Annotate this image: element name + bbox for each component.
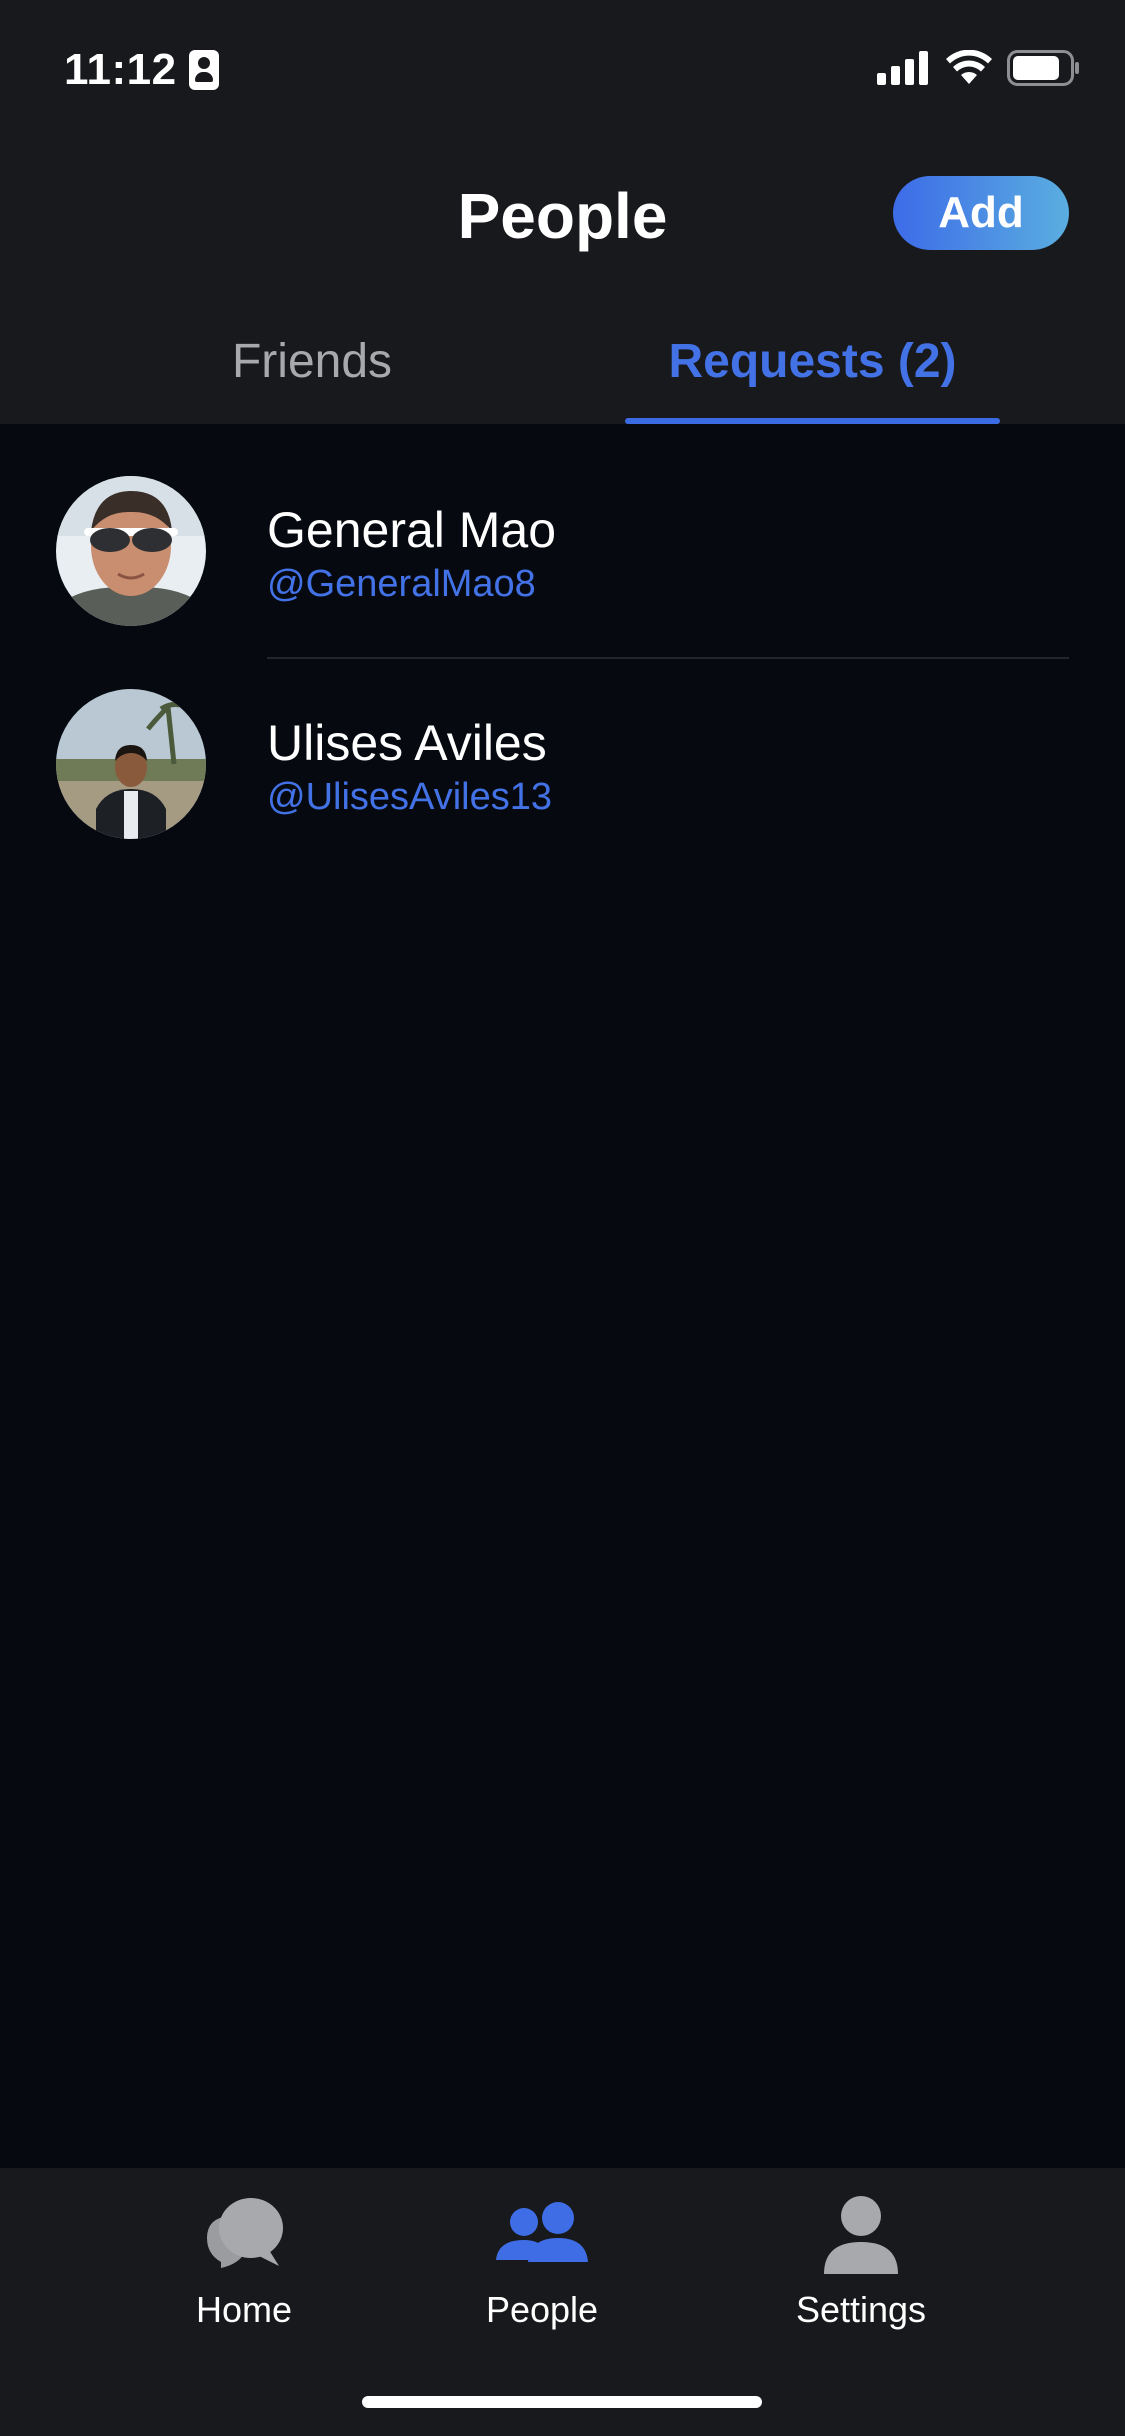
avatar[interactable] — [56, 476, 206, 626]
tabbar-item-people[interactable]: People — [442, 2192, 642, 2352]
chat-bubbles-icon — [207, 2198, 283, 2268]
tab-friends[interactable]: Friends — [62, 322, 562, 402]
request-name: General Mao — [267, 502, 557, 558]
home-indicator[interactable] — [362, 2396, 762, 2408]
request-item-ulises-aviles[interactable]: Ulises Aviles @UlisesAviles13 — [0, 665, 1125, 865]
tabbar-label-home: Home — [195, 2289, 293, 2330]
request-item-general-mao[interactable]: General Mao @GeneralMao8 — [0, 452, 1125, 652]
status-time-text: 11:12 — [64, 45, 177, 94]
request-handle: @UlisesAviles13 — [267, 776, 552, 818]
add-button[interactable]: Add — [893, 176, 1069, 250]
contact-card-icon — [188, 50, 219, 90]
wifi-icon — [946, 50, 992, 84]
avatar-portrait-icon — [56, 689, 206, 839]
request-name: Ulises Aviles — [267, 715, 547, 771]
battery-icon — [1007, 50, 1079, 86]
avatar-portrait-icon — [56, 476, 206, 626]
tabbar-item-home[interactable]: Home — [144, 2192, 344, 2352]
header: 11:12 People Add Friends Requests (2) — [0, 0, 1125, 424]
people-screen: 11:12 People Add Friends Requests (2) Ge… — [0, 0, 1125, 2436]
tab-requests[interactable]: Requests (2) — [625, 322, 1000, 402]
list-divider — [267, 657, 1069, 659]
tabbar-item-settings[interactable]: Settings — [761, 2192, 961, 2352]
status-bar-time: 11:12 — [64, 40, 219, 100]
status-bar-indicators — [877, 50, 1081, 86]
person-icon — [824, 2196, 898, 2274]
tabbar-label-people: People — [485, 2289, 599, 2330]
people-icon — [496, 2202, 588, 2262]
avatar[interactable] — [56, 689, 206, 839]
request-handle: @GeneralMao8 — [267, 563, 536, 605]
tabbar-label-settings: Settings — [795, 2289, 927, 2330]
cellular-signal-icon — [877, 51, 928, 85]
active-tab-indicator — [625, 418, 1000, 424]
